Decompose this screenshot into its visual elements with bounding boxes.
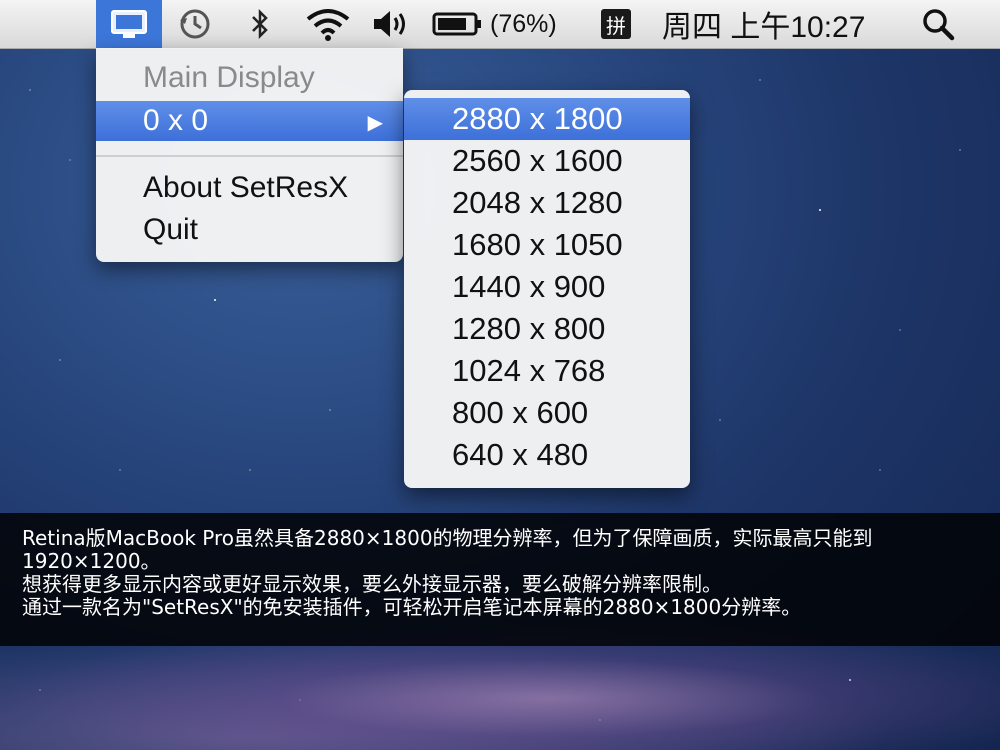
battery-icon [432,12,481,36]
search-icon[interactable] [910,0,966,48]
menu-item-resolution-label: 0 x 0 [143,104,209,137]
resolution-submenu: 2880 x 1800 2560 x 1600 2048 x 1280 1680… [404,90,690,488]
resolution-option[interactable]: 800 x 600 [404,392,690,434]
time-machine-icon[interactable] [170,0,220,48]
resolution-option[interactable]: 640 x 480 [404,434,690,476]
setresx-menu: Main Display 0 x 0 ▶ About SetResX Quit [96,48,403,262]
caption-line: 通过一款名为"SetResX"的免安装插件，可轻松开启笔记本屏幕的2880×18… [22,595,802,619]
input-method-icon: 拼 [601,9,631,39]
resolution-option[interactable]: 2048 x 1280 [404,182,690,224]
menu-item-quit[interactable]: Quit [96,210,403,250]
menu-item-about[interactable]: About SetResX [96,168,403,208]
caption-line: 想获得更多显示内容或更好显示效果，要么外接显示器，要么破解分辨率限制。 [22,572,722,596]
display-icon[interactable] [96,0,162,48]
resolution-option[interactable]: 1440 x 900 [404,266,690,308]
caption-line: Retina版MacBook Pro虽然具备2880×1800的物理分辨率，但为… [22,526,873,573]
bluetooth-icon[interactable] [240,0,280,48]
resolution-option[interactable]: 2560 x 1600 [404,140,690,182]
wifi-icon[interactable] [300,0,356,48]
input-method-menu[interactable]: 拼 [596,0,636,48]
menu-separator [96,155,403,157]
battery-status[interactable]: (76%) [432,0,582,48]
menu-item-resolution[interactable]: 0 x 0 ▶ [96,101,403,141]
resolution-option[interactable]: 1680 x 1050 [404,224,690,266]
volume-icon[interactable] [366,0,418,48]
caption-overlay: Retina版MacBook Pro虽然具备2880×1800的物理分辨率，但为… [0,513,1000,646]
menu-bar: (76%) 拼 周四 上午10:27 [0,0,1000,49]
clock[interactable]: 周四 上午10:27 [662,0,902,48]
menu-header-main-display: Main Display [143,61,315,94]
battery-percent: (76%) [490,9,557,38]
submenu-arrow-icon: ▶ [367,112,383,134]
resolution-option[interactable]: 1280 x 800 [404,308,690,350]
resolution-option[interactable]: 2880 x 1800 [404,98,690,140]
resolution-option[interactable]: 1024 x 768 [404,350,690,392]
